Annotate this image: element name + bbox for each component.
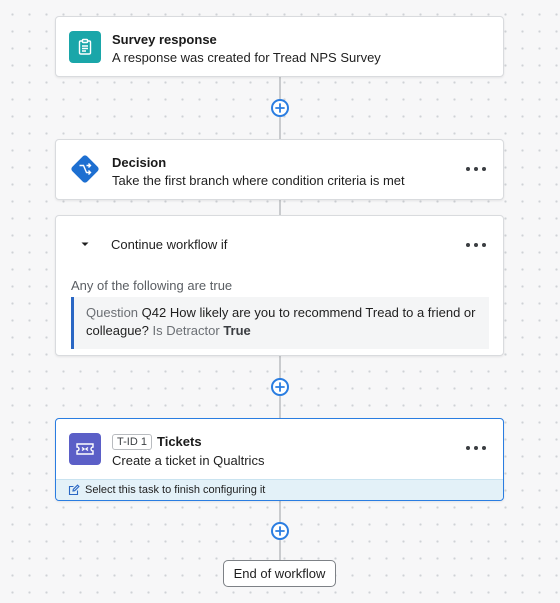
ticket-icon — [69, 433, 101, 465]
end-of-workflow-button[interactable]: End of workflow — [223, 560, 336, 587]
clipboard-icon — [69, 31, 101, 63]
decision-card[interactable]: Decision Take the first branch where con… — [55, 139, 504, 200]
connector-line — [279, 396, 281, 418]
add-step-button[interactable] — [271, 378, 289, 396]
configure-task-hint[interactable]: Select this task to finish configuring i… — [56, 479, 503, 500]
add-step-button[interactable] — [271, 99, 289, 117]
condition-question-cont: colleague? — [86, 323, 149, 338]
connector-line — [279, 117, 281, 139]
trigger-title: Survey response — [112, 32, 217, 47]
more-options-button[interactable] — [466, 238, 486, 252]
connector-line — [279, 540, 281, 560]
dot — [482, 243, 486, 247]
connector-line — [279, 501, 281, 523]
condition-operator: Is Detractor — [152, 323, 220, 338]
condition-item[interactable]: Question Q42 How likely are you to recom… — [71, 297, 489, 349]
branch-title: Continue workflow if — [111, 237, 228, 252]
dot — [482, 167, 486, 171]
hint-text: Select this task to finish configuring i… — [85, 484, 266, 496]
trigger-subtitle: A response was created for Tread NPS Sur… — [112, 50, 381, 65]
connector-line — [279, 356, 281, 379]
dot — [466, 167, 470, 171]
condition-question: Q42 How likely are you to recommend Trea… — [141, 305, 476, 320]
chevron-down-icon[interactable] — [79, 240, 91, 248]
condition-match-text: Any of the following are true — [71, 278, 233, 293]
dot — [474, 167, 478, 171]
edit-icon — [68, 484, 80, 496]
plus-icon — [275, 103, 285, 113]
task-subtitle: Create a ticket in Qualtrics — [112, 453, 265, 468]
branch-condition-card[interactable]: Continue workflow if Any of the followin… — [55, 215, 504, 356]
more-options-button[interactable] — [466, 162, 486, 176]
condition-prefix: Question — [86, 305, 139, 320]
decision-title: Decision — [112, 155, 167, 170]
dot — [474, 243, 478, 247]
branch-icon — [69, 153, 101, 185]
connector-line — [279, 77, 281, 99]
more-options-button[interactable] — [466, 441, 486, 455]
dot — [466, 243, 470, 247]
tickets-task-card[interactable]: T-ID 1 Tickets Create a ticket in Qualtr… — [55, 418, 504, 501]
add-step-button[interactable] — [271, 522, 289, 540]
task-title: Tickets — [157, 434, 202, 449]
dot — [482, 446, 486, 450]
task-id-badge: T-ID 1 — [112, 434, 152, 450]
decision-subtitle: Take the first branch where condition cr… — [112, 173, 405, 188]
condition-value: True — [223, 323, 251, 338]
plus-icon — [275, 526, 285, 536]
survey-response-trigger-card[interactable]: Survey response A response was created f… — [55, 16, 504, 77]
dot — [466, 446, 470, 450]
dot — [474, 446, 478, 450]
plus-icon — [275, 382, 285, 392]
connector-line — [279, 200, 281, 215]
